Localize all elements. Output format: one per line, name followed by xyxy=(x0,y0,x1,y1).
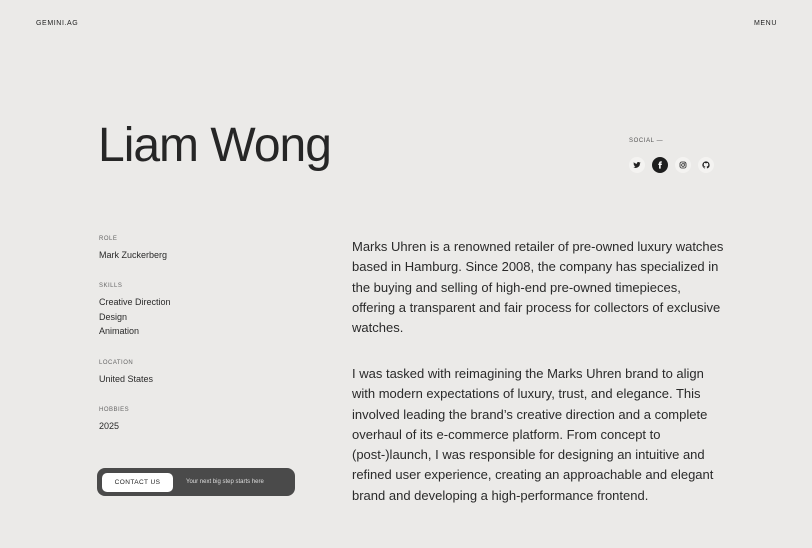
skills-label: SKILLS xyxy=(99,283,123,289)
twitter-icon xyxy=(633,161,641,168)
hobbies-value: 2025 xyxy=(99,421,120,431)
page: GEMINI.AG MENU Liam Wong SOCIAL — ROLE M… xyxy=(0,0,812,548)
role-block: ROLE Mark Zuckerberg xyxy=(99,236,167,263)
role-value: Mark Zuckerberg xyxy=(99,250,168,260)
role-label: ROLE xyxy=(99,236,118,242)
location-block: LOCATION United States xyxy=(99,360,153,387)
skills-block: SKILLS Creative Direction Design Animati… xyxy=(99,283,171,339)
hobbies-label: HOBBIES xyxy=(99,407,130,413)
facebook-icon xyxy=(658,161,662,169)
social-links xyxy=(629,157,714,173)
description-paragraph-2: I was tasked with reimagining the Marks … xyxy=(352,366,714,503)
hobbies-block: HOBBIES 2025 xyxy=(99,407,129,434)
skill-item: Design xyxy=(99,311,128,322)
location-label: LOCATION xyxy=(99,360,134,366)
description-paragraph-1: Marks Uhren is a renowned retailer of pr… xyxy=(352,239,724,336)
social-label: SOCIAL — xyxy=(629,138,664,144)
location-value: United States xyxy=(99,374,154,384)
facebook-link[interactable] xyxy=(652,157,668,173)
skill-item: Animation xyxy=(99,326,140,336)
contact-note: Your next big step starts here xyxy=(186,479,264,485)
github-icon xyxy=(702,161,710,169)
contact-us-button[interactable]: CONTACT US xyxy=(102,472,173,492)
menu-button[interactable]: MENU xyxy=(754,20,777,27)
instagram-link[interactable] xyxy=(675,157,691,173)
instagram-icon xyxy=(679,161,687,169)
contact-bar: CONTACT US Your next big step starts her… xyxy=(97,468,295,496)
twitter-link[interactable] xyxy=(629,157,645,173)
github-link[interactable] xyxy=(698,157,714,173)
page-title: Liam Wong xyxy=(98,119,332,172)
skill-item: Creative Direction xyxy=(99,297,171,307)
brand-logo[interactable]: GEMINI.AG xyxy=(36,20,78,27)
